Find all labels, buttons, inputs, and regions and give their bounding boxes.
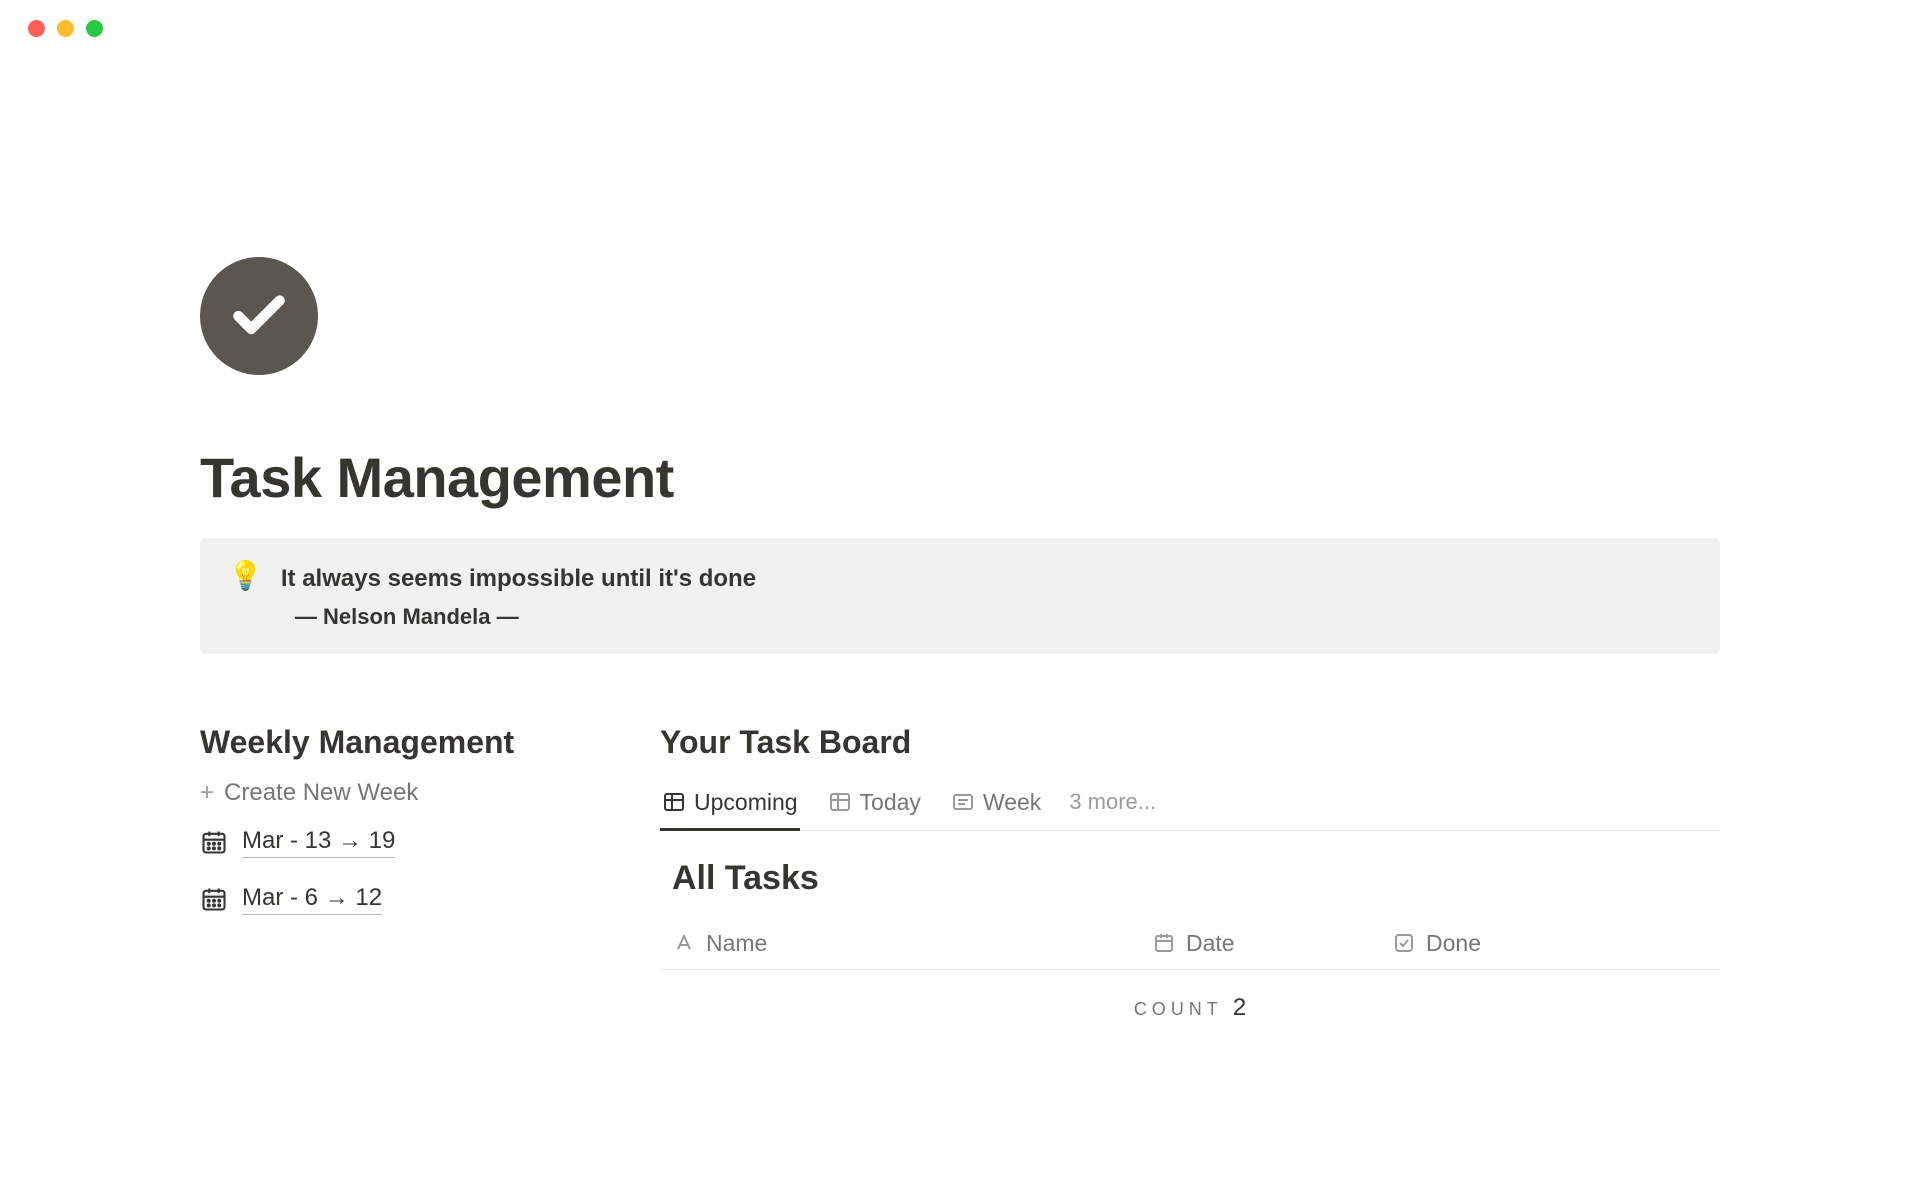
tab-label: Today: [860, 789, 921, 816]
week-item[interactable]: Mar - 6 → 12: [200, 884, 600, 915]
page-title[interactable]: Task Management: [200, 445, 1720, 510]
text-icon: [672, 931, 696, 955]
column-header-done[interactable]: Done: [1392, 930, 1720, 957]
week-link-label: Mar - 13 → 19: [242, 827, 395, 858]
calendar-icon: [200, 885, 228, 913]
task-board-column: Your Task Board Upcoming: [660, 724, 1720, 1022]
main-columns: Weekly Management + Create New Week: [200, 724, 1720, 1022]
callout-block[interactable]: 💡 It always seems impossible until it's …: [200, 538, 1720, 654]
tabs-more-button[interactable]: 3 more...: [1069, 789, 1156, 819]
table-count-footer: COUNT 2: [660, 970, 1720, 1022]
table-header-row: Name Date: [660, 918, 1720, 970]
weekly-management-column: Weekly Management + Create New Week: [200, 724, 600, 1022]
create-new-week-button[interactable]: + Create New Week: [200, 779, 600, 807]
week-item[interactable]: Mar - 13 → 19: [200, 827, 600, 858]
column-label: Name: [706, 930, 767, 957]
column-header-name[interactable]: Name: [672, 930, 1152, 957]
minimize-window-button[interactable]: [57, 20, 74, 37]
maximize-window-button[interactable]: [86, 20, 103, 37]
callout-quote[interactable]: It always seems impossible until it's do…: [281, 562, 1692, 596]
page-icon-checkmark[interactable]: [200, 257, 318, 375]
tab-week[interactable]: Week: [949, 779, 1043, 830]
window-controls: [0, 0, 1920, 37]
lightbulb-icon: 💡: [228, 562, 263, 590]
close-window-button[interactable]: [28, 20, 45, 37]
tab-label: Week: [983, 789, 1041, 816]
task-board-heading: Your Task Board: [660, 724, 1720, 761]
count-value: 2: [1233, 994, 1246, 1022]
list-icon: [951, 790, 975, 814]
week-link-label: Mar - 6 → 12: [242, 884, 382, 915]
weekly-heading: Weekly Management: [200, 724, 600, 761]
column-label: Date: [1186, 930, 1235, 957]
column-label: Done: [1426, 930, 1481, 957]
column-header-date[interactable]: Date: [1152, 930, 1392, 957]
checkmark-icon: [228, 285, 290, 347]
tab-label: Upcoming: [694, 789, 798, 816]
count-label: COUNT: [1134, 999, 1223, 1020]
plus-icon: +: [200, 779, 214, 807]
calendar-icon: [200, 828, 228, 856]
tab-today[interactable]: Today: [826, 779, 923, 830]
create-new-week-label: Create New Week: [224, 779, 418, 807]
table-icon: [662, 790, 686, 814]
callout-body: It always seems impossible until it's do…: [281, 562, 1692, 630]
page-content: Task Management 💡 It always seems imposs…: [0, 37, 1920, 1022]
tab-upcoming[interactable]: Upcoming: [660, 779, 800, 830]
checkbox-icon: [1392, 931, 1416, 955]
view-tabs: Upcoming Today: [660, 779, 1720, 831]
callout-attribution[interactable]: — Nelson Mandela —: [281, 604, 1692, 630]
table-icon: [828, 790, 852, 814]
calendar-icon: [1152, 931, 1176, 955]
all-tasks-heading: All Tasks: [660, 859, 1720, 898]
